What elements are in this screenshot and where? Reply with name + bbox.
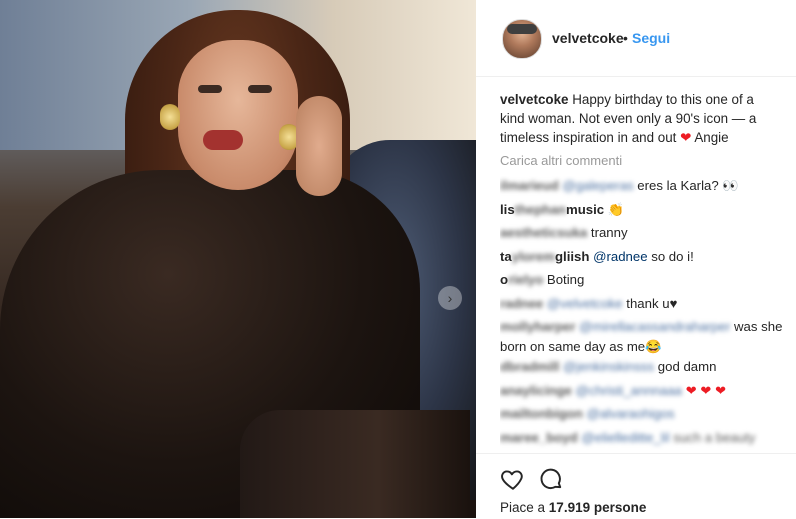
comment-username[interactable]: dbradmill xyxy=(500,359,559,374)
post-header: velvetcoke • Segui xyxy=(476,0,796,77)
comment-text: god damn xyxy=(657,359,717,374)
comment-mention[interactable]: @jenkinskinsss xyxy=(563,359,654,374)
heart-emoji-icon: ❤ ❤ ❤ xyxy=(685,382,727,398)
comment-row: orielyo Boting xyxy=(500,270,790,294)
comment-text: Boting xyxy=(546,272,585,287)
post-photo[interactable]: › xyxy=(0,0,476,518)
load-more-comments-button[interactable]: Carica altri commenti xyxy=(500,153,622,168)
comment-username[interactable]: radnee xyxy=(500,296,543,311)
laughing-emoji-icon: 😂 xyxy=(645,339,662,354)
comment-row: ilmarieud @galeperas eres la Karla? 👀 xyxy=(500,176,790,200)
comment-row: listhephanmusic 👏 xyxy=(500,200,790,224)
post-actions: Piace a 17.919 persone xyxy=(476,453,796,519)
photo-face xyxy=(178,40,298,190)
caption-tail: Angie xyxy=(694,130,729,145)
comment-text: tranny xyxy=(590,225,628,240)
comment-mention[interactable]: @mirellacassandraharper xyxy=(579,319,730,334)
caption-username[interactable]: velvetcoke xyxy=(500,92,569,107)
clap-emoji-icon: 👏 xyxy=(607,201,625,217)
photo-eye-left xyxy=(198,85,222,93)
comment-text: so do i! xyxy=(651,248,694,264)
post-caption: velvetcoke Happy birthday to this one of… xyxy=(500,90,770,147)
instagram-post: › velvetcoke • Segui velvetcoke Happy bi… xyxy=(0,0,796,518)
comment-username[interactable]: tayloremgliish xyxy=(500,249,589,264)
comment-text: such a beauty xyxy=(673,429,756,445)
photo-lips xyxy=(203,130,243,150)
photo-eye-right xyxy=(248,85,272,93)
comment-username[interactable]: mollyharper xyxy=(500,319,576,334)
comment-username[interactable]: aestheticsuka xyxy=(500,225,587,240)
comment-bubble-icon[interactable] xyxy=(538,466,564,492)
header-username[interactable]: velvetcoke xyxy=(552,30,624,46)
next-image-icon[interactable]: › xyxy=(438,286,462,310)
comment-username[interactable]: anaylicinge xyxy=(500,383,572,398)
comment-username[interactable]: maree_boyd xyxy=(500,430,578,445)
photo-leg xyxy=(240,410,470,518)
comment-row: maree_boyd @elielleditte_lil such a beau… xyxy=(500,428,790,452)
comment-row: mailtonbigon @alvaraohigos xyxy=(500,404,790,428)
comment-username[interactable]: ilmarieud xyxy=(500,178,559,193)
comment-username[interactable]: orielyo xyxy=(500,272,543,287)
likes-count[interactable]: Piace a 17.919 persone xyxy=(500,500,646,515)
comment-mention[interactable]: @christi_annnaaa xyxy=(576,383,683,398)
comment-username[interactable]: listhephanmusic xyxy=(500,202,604,217)
comment-mention[interactable]: @velvetcoke xyxy=(547,296,623,311)
comment-mention[interactable]: @radnee xyxy=(593,249,647,264)
photo-earring-left xyxy=(160,104,180,130)
comment-mention[interactable]: @alvaraohigos xyxy=(586,406,674,421)
header-separator: • xyxy=(623,30,628,46)
comment-text: eres la Karla? 👀 xyxy=(637,178,739,193)
comment-row: radnee @velvetcoke thank u♥ xyxy=(500,294,790,318)
comment-row: tayloremgliish @radnee so do i! xyxy=(500,247,790,271)
comment-row: mollyharper @mirellacassandraharper was … xyxy=(500,317,790,357)
comment-row: aestheticsuka tranny xyxy=(500,223,790,247)
comment-mention[interactable]: @elielleditte_lil xyxy=(581,430,669,445)
heart-emoji-icon: ❤ xyxy=(680,130,692,145)
comment-username[interactable]: mailtonbigon xyxy=(500,406,583,421)
comment-row: anaylicinge @christi_annnaaa ❤ ❤ ❤ xyxy=(500,381,790,405)
comments-list: ilmarieud @galeperas eres la Karla? 👀 li… xyxy=(500,176,790,451)
post-side-panel: velvetcoke • Segui velvetcoke Happy birt… xyxy=(476,0,796,518)
like-heart-icon[interactable] xyxy=(500,466,526,492)
avatar[interactable] xyxy=(502,19,542,59)
comment-row: dbradmill @jenkinskinsss god damn xyxy=(500,357,790,381)
photo-hand xyxy=(296,96,342,196)
black-heart-icon: ♥ xyxy=(669,295,678,311)
comment-mention[interactable]: @galeperas xyxy=(562,178,633,193)
follow-button[interactable]: Segui xyxy=(632,30,670,46)
comment-text: thank u xyxy=(626,295,670,311)
